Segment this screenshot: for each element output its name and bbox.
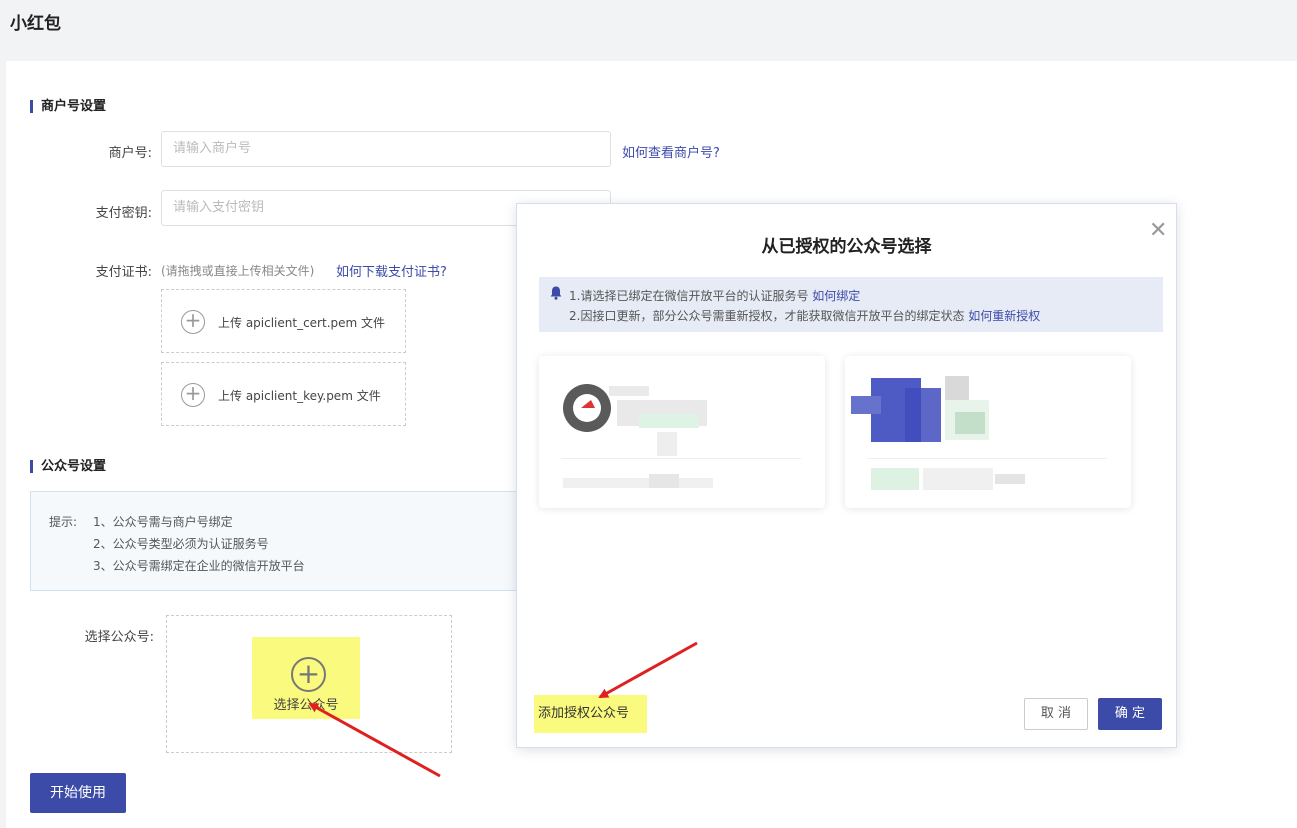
merchant-no-label: 商户号: [108, 146, 152, 161]
select-account-dialog: 从已授权的公众号选择 ✕ 1.请选择已绑定在微信开放平台的认证服务号 如何绑定 … [516, 203, 1177, 748]
select-account-button-label: 选择公众号 [273, 698, 339, 713]
plus-circle-icon: + [181, 383, 205, 407]
cert-hint: (请拖拽或直接上传相关文件) [161, 264, 315, 278]
close-icon[interactable]: ✕ [1149, 218, 1167, 243]
tip-line: 3、公众号需绑定在企业的微信开放平台 [93, 559, 305, 573]
plus-circle-icon: + [181, 310, 205, 334]
card-divider [561, 458, 801, 459]
upload-key-dropzone[interactable]: + 上传 apiclient_key.pem 文件 [161, 362, 406, 426]
cancel-button[interactable]: 取 消 [1024, 698, 1088, 730]
official-section-title: 公众号设置 [30, 460, 106, 473]
merchant-no-input[interactable]: 请输入商户号 [161, 131, 611, 167]
notice-line-1: 1.请选择已绑定在微信开放平台的认证服务号 如何绑定 [569, 287, 860, 304]
account-card-obscured-content [851, 376, 1025, 490]
account-card[interactable] [539, 356, 825, 508]
notice-line-2: 2.因接口更新，部分公众号需重新授权，才能获取微信开放平台的绑定状态 如何重新授… [569, 307, 1040, 324]
how-to-bind-link[interactable]: 如何绑定 [812, 289, 860, 303]
tip-line: 1、公众号需与商户号绑定 [93, 515, 233, 529]
account-card-obscured-content [563, 384, 713, 488]
notice-text: 2.因接口更新，部分公众号需重新授权，才能获取微信开放平台的绑定状态 [569, 309, 965, 323]
pay-key-label: 支付密钥: [95, 206, 152, 221]
upload-key-label: 上传 apiclient_key.pem 文件 [218, 389, 381, 403]
select-account-label: 选择公众号: [84, 630, 154, 645]
top-bar: 小红包 [0, 0, 1297, 60]
plus-circle-icon: + [291, 657, 326, 692]
notice-box: 1.请选择已绑定在微信开放平台的认证服务号 如何绑定 2.因接口更新，部分公众号… [539, 277, 1163, 332]
page-title: 小红包 [10, 14, 61, 34]
dialog-title: 从已授权的公众号选择 [761, 237, 932, 257]
confirm-button[interactable]: 确 定 [1098, 698, 1162, 730]
how-to-reauthorize-link[interactable]: 如何重新授权 [968, 309, 1040, 323]
start-button[interactable]: 开始使用 [30, 773, 126, 813]
upload-cert-label: 上传 apiclient_cert.pem 文件 [218, 316, 386, 330]
tip-line: 2、公众号类型必须为认证服务号 [93, 537, 269, 551]
notice-text: 1.请选择已绑定在微信开放平台的认证服务号 [569, 289, 809, 303]
bell-icon [550, 286, 562, 300]
merchant-section-title: 商户号设置 [30, 100, 106, 113]
account-card[interactable] [845, 356, 1131, 508]
upload-cert-dropzone[interactable]: + 上传 apiclient_cert.pem 文件 [161, 289, 406, 353]
card-divider [867, 458, 1107, 459]
add-authorized-account-link[interactable]: 添加授权公众号 [534, 695, 647, 733]
cert-label: 支付证书: [95, 265, 152, 280]
merchant-no-help-link[interactable]: 如何查看商户号? [622, 142, 720, 161]
cert-help-link[interactable]: 如何下载支付证书? [336, 261, 447, 280]
tip-prefix: 提示: [49, 515, 78, 529]
select-account-button[interactable]: + 选择公众号 [252, 637, 360, 719]
tip-box: 提示: 1、公众号需与商户号绑定 2、公众号类型必须为认证服务号 3、公众号需绑… [30, 491, 530, 591]
